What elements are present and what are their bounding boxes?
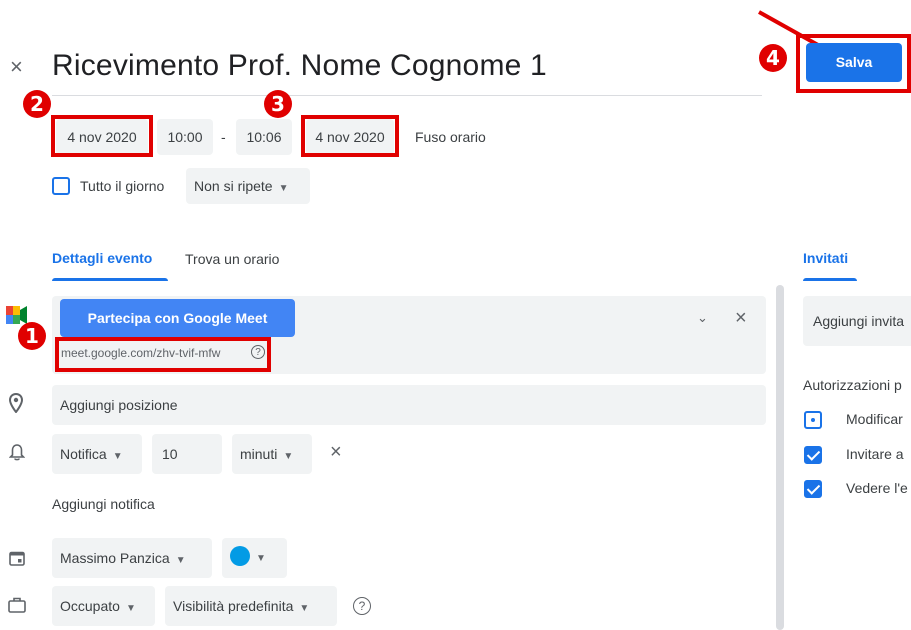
permission-checkbox-view[interactable] [804,480,822,498]
event-color-dropdown[interactable]: ▼ [222,538,287,578]
active-tab-indicator [52,278,168,281]
bell-icon [9,444,25,461]
repeat-value: Non si ripete [194,178,273,194]
permission-label-modify: Modificar [846,411,903,427]
notification-unit-dropdown[interactable]: minuti ▼ [232,434,312,474]
title-underline [52,95,762,96]
color-swatch [230,545,250,566]
add-notification-link[interactable]: Aggiungi notifica [52,496,155,512]
chevron-down-icon: ▼ [299,603,310,614]
notification-amount-input[interactable]: 10 [152,434,222,474]
permissions-title: Autorizzazioni p [803,377,902,393]
notification-unit: minuti [240,446,278,462]
notification-type-dropdown[interactable]: Notifica ▼ [52,434,142,474]
annotation-badge-3: 3 [264,90,292,118]
chevron-down-icon[interactable]: ⌄ [697,310,708,326]
chevron-down-icon: ▼ [112,451,123,462]
chevron-down-icon: ▼ [175,555,186,566]
calendar-owner-dropdown[interactable]: Massimo Panzica ▼ [52,538,212,578]
meet-link[interactable]: meet.google.com/zhv-tvif-mfw [61,346,220,360]
annotation-badge-4: 4 [759,44,787,72]
availability-dropdown[interactable]: Occupato ▼ [52,586,155,626]
close-icon[interactable]: × [330,441,342,464]
google-meet-icon [6,306,27,324]
close-icon[interactable]: × [735,307,747,330]
repeat-dropdown[interactable]: Non si ripete ▼ [186,168,310,204]
calendar-owner: Massimo Panzica [60,550,170,566]
add-guests-input[interactable]: Aggiungi invita [803,296,911,346]
all-day-label: Tutto il giorno [80,178,165,194]
notification-type: Notifica [60,446,107,462]
help-icon[interactable]: ? [353,597,371,615]
close-icon[interactable]: × [10,54,23,80]
start-time-field[interactable]: 10:00 [157,119,213,155]
tab-find-time[interactable]: Trova un orario [185,251,279,267]
join-meet-button[interactable]: Partecipa con Google Meet [60,299,295,337]
time-separator: - [221,129,226,145]
guests-tab-indicator [803,278,857,281]
location-pin-icon [9,393,23,413]
annotation-box-start-date [51,115,153,157]
location-input[interactable]: Aggiungi posizione [52,385,766,425]
chevron-down-icon: ▼ [125,603,136,614]
briefcase-icon [8,597,26,613]
scrollbar[interactable] [776,285,784,630]
timezone-link[interactable]: Fuso orario [415,129,486,145]
permission-label-view: Vedere l'e [846,480,908,496]
save-button[interactable]: Salva [806,43,902,82]
annotation-badge-1: 1 [18,322,46,350]
chevron-down-icon: ▼ [283,451,294,462]
annotation-badge-2: 2 [23,90,51,118]
calendar-icon [9,551,25,566]
chevron-down-icon: ▼ [278,183,289,194]
help-icon[interactable]: ? [251,345,265,359]
end-time-field[interactable]: 10:06 [236,119,292,155]
chevron-down-icon: ▼ [256,553,266,564]
all-day-checkbox[interactable] [52,177,70,195]
event-title-input[interactable]: Ricevimento Prof. Nome Cognome 1 [52,49,547,83]
tab-guests[interactable]: Invitati [803,250,848,266]
permission-label-invite: Invitare a [846,446,904,462]
annotation-box-end-date [301,115,399,157]
permission-checkbox-invite[interactable] [804,446,822,464]
tab-event-details[interactable]: Dettagli evento [52,250,152,266]
visibility-value: Visibilità predefinita [173,598,294,614]
availability-value: Occupato [60,598,120,614]
permission-checkbox-modify[interactable] [804,411,822,429]
visibility-dropdown[interactable]: Visibilità predefinita ▼ [165,586,337,626]
